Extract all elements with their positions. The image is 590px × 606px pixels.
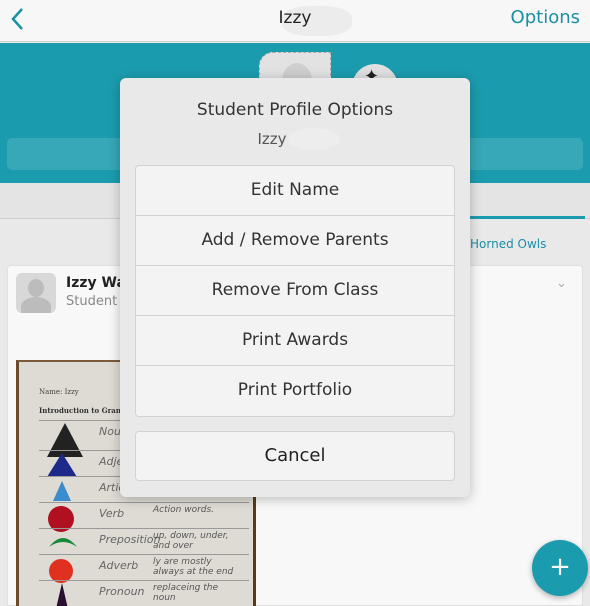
dialog-options-list: Edit Name Add / Remove Parents Remove Fr…: [135, 165, 455, 417]
add-remove-parents-button[interactable]: Add / Remove Parents: [136, 216, 454, 266]
cancel-button[interactable]: Cancel: [135, 431, 455, 481]
print-portfolio-button[interactable]: Print Portfolio: [136, 366, 454, 416]
student-profile-options-dialog: Student Profile Options Izzy Edit Name A…: [120, 78, 470, 497]
dialog-subtitle: Izzy: [257, 130, 287, 148]
edit-name-button[interactable]: Edit Name: [136, 166, 454, 216]
remove-from-class-button[interactable]: Remove From Class: [136, 266, 454, 316]
print-awards-button[interactable]: Print Awards: [136, 316, 454, 366]
dialog-title: Student Profile Options: [196, 100, 394, 120]
